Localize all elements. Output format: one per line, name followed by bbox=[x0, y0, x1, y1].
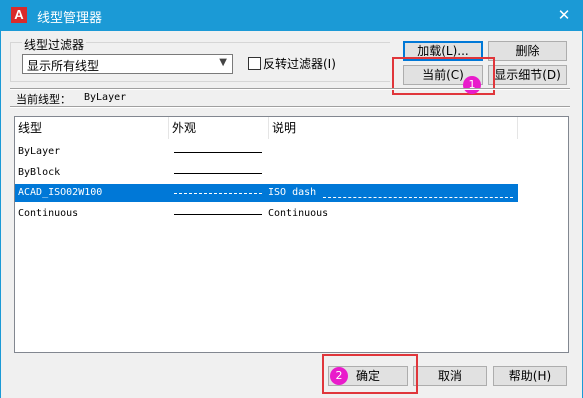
show-details-button[interactable]: 显示细节(D) bbox=[488, 65, 567, 85]
linetype-description: ISO dash bbox=[268, 187, 317, 198]
linetype-name: ByBlock bbox=[18, 167, 61, 178]
invert-filter-label: 反转过滤器(I) bbox=[263, 57, 336, 71]
title-bar: A 线型管理器 ✕ bbox=[0, 0, 583, 31]
filter-dropdown-value: 显示所有线型 bbox=[27, 59, 100, 73]
delete-button[interactable]: 删除 bbox=[488, 41, 567, 61]
help-button[interactable]: 帮助(H) bbox=[493, 366, 567, 386]
filter-dropdown[interactable]: 显示所有线型 ▼ bbox=[22, 54, 233, 74]
filter-group-label: 线型过滤器 bbox=[22, 36, 87, 53]
linetype-list[interactable]: 线型 外观 说明 ByLayer ByBlock ACAD_ISO02W100 … bbox=[14, 116, 569, 353]
table-row[interactable]: ByBlock bbox=[15, 164, 518, 182]
window-border-left bbox=[0, 31, 1, 398]
cancel-button[interactable]: 取消 bbox=[413, 366, 487, 386]
linetype-name: ACAD_ISO02W100 bbox=[18, 187, 103, 198]
linetype-description: Continuous bbox=[268, 208, 329, 219]
column-header-description[interactable]: 说明 bbox=[269, 117, 518, 139]
step-badge-2: 2 bbox=[330, 367, 348, 385]
step-badge-1: 1 bbox=[463, 76, 481, 94]
linetype-preview-dashed bbox=[174, 193, 262, 194]
description-dash-pattern bbox=[323, 189, 513, 198]
table-row-selected[interactable]: ACAD_ISO02W100 ISO dash bbox=[15, 184, 518, 202]
close-icon[interactable]: ✕ bbox=[553, 4, 575, 26]
current-linetype-label: 当前线型： bbox=[16, 93, 71, 106]
column-header-linetype[interactable]: 线型 bbox=[15, 117, 169, 139]
linetype-preview-solid bbox=[174, 152, 262, 153]
table-row[interactable]: Continuous Continuous bbox=[15, 205, 518, 223]
linetype-preview-solid bbox=[174, 214, 262, 215]
current-linetype-value: ByLayer bbox=[84, 92, 127, 103]
chevron-down-icon: ▼ bbox=[219, 57, 227, 68]
invert-filter-checkbox[interactable] bbox=[248, 57, 261, 70]
table-row[interactable]: ByLayer bbox=[15, 143, 518, 161]
linetype-name: ByLayer bbox=[18, 146, 61, 157]
linetype-preview-solid bbox=[174, 173, 262, 174]
autocad-logo-icon: A bbox=[11, 7, 27, 23]
separator-top-highlight bbox=[10, 89, 570, 90]
window-title: 线型管理器 bbox=[37, 11, 103, 26]
separator-mid-highlight bbox=[10, 107, 570, 108]
column-header-appearance[interactable]: 外观 bbox=[169, 117, 269, 139]
linetype-name: Continuous bbox=[18, 208, 79, 219]
